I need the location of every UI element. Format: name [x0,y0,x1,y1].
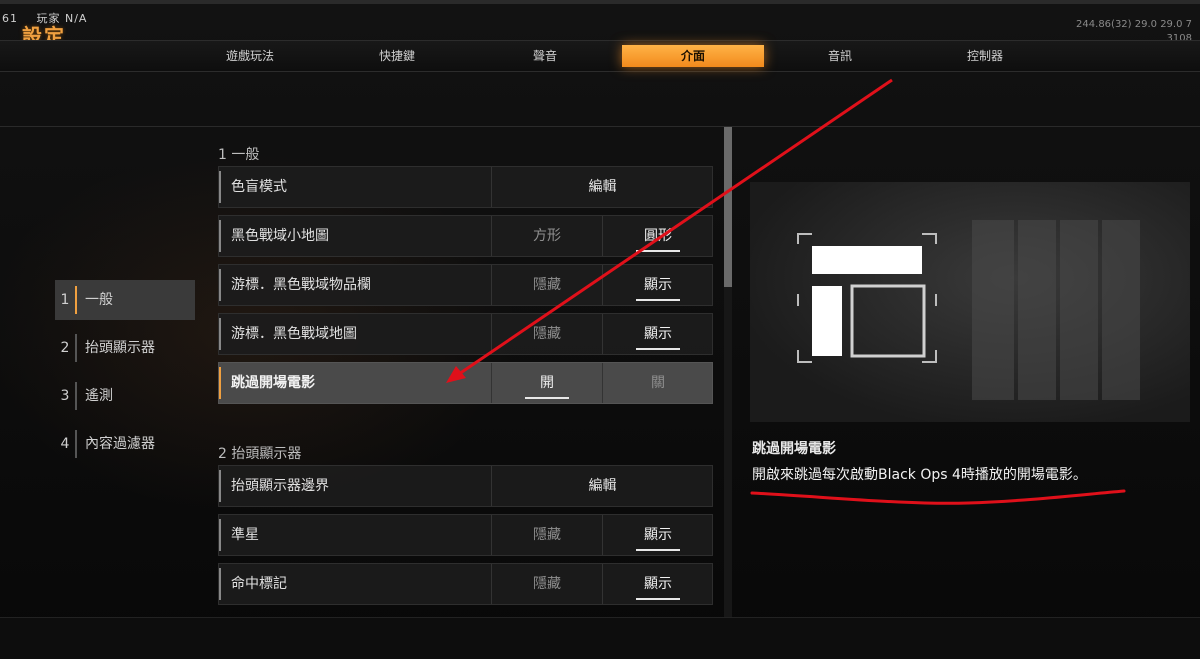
row-marker [219,220,221,252]
tab-gameplay[interactable]: 遊戲玩法 [200,45,300,67]
option-hide[interactable]: 隱藏 [491,515,602,555]
nav-item-label: 內容過濾器 [85,436,155,452]
tab-controller[interactable]: 控制器 [935,45,1035,67]
row-marker [219,470,221,502]
nav-item-label: 一般 [85,292,113,308]
setting-row-minimap: 黑色戰域小地圖 方形 圓形 [218,215,713,257]
option-on[interactable]: 開 [491,363,602,403]
setting-label: 抬頭顯示器邊界 [231,478,329,494]
option-show[interactable]: 顯示 [602,564,713,604]
setting-label: 黑色戰域小地圖 [231,228,329,244]
edit-button[interactable]: 編輯 [491,466,713,506]
setting-row-hitmarker: 命中標記 隱藏 顯示 [218,563,713,605]
top-border [0,0,1200,4]
player-level: 61 [2,12,18,25]
bottom-bar [0,617,1200,659]
nav-item-marker [75,334,77,362]
option-show[interactable]: 顯示 [602,265,713,305]
setting-label: 準星 [231,527,259,543]
row-marker [219,367,221,399]
divider [0,126,1200,127]
nav-item-marker [75,382,77,410]
setting-preview-image [750,182,1190,422]
nav-item-telemetry[interactable]: 3 遙測 [55,376,195,416]
section-title-hud: 2 抬頭顯示器 [218,446,302,462]
setting-label: 色盲模式 [231,179,287,195]
nav-item-number: 1 [60,292,70,308]
option-hide[interactable]: 隱藏 [491,564,602,604]
description-text: 開啟來跳過每次啟動Black Ops 4時播放的開場電影。 [752,467,1087,483]
row-marker [219,318,221,350]
scrollbar-thumb[interactable] [724,127,732,287]
nav-item-content-filter[interactable]: 4 內容過濾器 [55,424,195,464]
option-round[interactable]: 圓形 [602,216,713,256]
tab-sound[interactable]: 聲音 [495,45,595,67]
setting-row-colorblind: 色盲模式 編輯 [218,166,713,208]
nav-item-marker [75,430,77,458]
annotation-underline [750,489,1126,505]
settings-screen: 61 玩家 N/A 設定 244.86(32) 29.0 29.0 7 3108… [0,0,1200,659]
row-marker [219,171,221,203]
setting-label: 命中標記 [231,576,287,592]
setting-label: 跳過開場電影 [231,375,315,391]
setting-label: 游標．黑色戰域地圖 [231,326,357,342]
tab-bar: 遊戲玩法 快捷鍵 聲音 介面 音訊 控制器 [0,40,1200,72]
setting-row-crosshair: 準星 隱藏 顯示 [218,514,713,556]
option-hide[interactable]: 隱藏 [491,314,602,354]
setting-row-hud-bounds: 抬頭顯示器邊界 編輯 [218,465,713,507]
row-marker [219,269,221,301]
section-title-general: 1 一般 [218,147,260,163]
description-title: 跳過開場電影 [752,441,836,457]
nav-item-label: 遙測 [85,388,113,404]
setting-row-skip-intro: 跳過開場電影 開 關 [218,362,713,404]
option-show[interactable]: 顯示 [602,314,713,354]
preview-illustration [797,220,1140,400]
player-rank: N/A [65,12,88,25]
system-info-line: 244.86(32) 29.0 29.0 7 [1076,19,1192,30]
nav-item-label: 抬頭顯示器 [85,340,155,356]
nav-item-number: 2 [60,340,70,356]
tab-interface[interactable]: 介面 [622,45,764,67]
setting-label: 游標．黑色戰域物品欄 [231,277,371,293]
nav-item-number: 4 [60,436,70,452]
setting-row-cursor-inventory: 游標．黑色戰域物品欄 隱藏 顯示 [218,264,713,306]
option-square[interactable]: 方形 [491,216,602,256]
nav-item-number: 3 [60,388,70,404]
tab-audio[interactable]: 音訊 [790,45,890,67]
tab-keybinds[interactable]: 快捷鍵 [347,45,447,67]
row-marker [219,568,221,600]
row-marker [219,519,221,551]
option-hide[interactable]: 隱藏 [491,265,602,305]
nav-item-marker [75,286,77,314]
setting-row-cursor-map: 游標．黑色戰域地圖 隱藏 顯示 [218,313,713,355]
nav-item-hud[interactable]: 2 抬頭顯示器 [55,328,195,368]
edit-button[interactable]: 編輯 [491,167,713,207]
nav-item-general[interactable]: 1 一般 [55,280,195,320]
option-show[interactable]: 顯示 [602,515,713,555]
option-off[interactable]: 關 [602,363,713,403]
